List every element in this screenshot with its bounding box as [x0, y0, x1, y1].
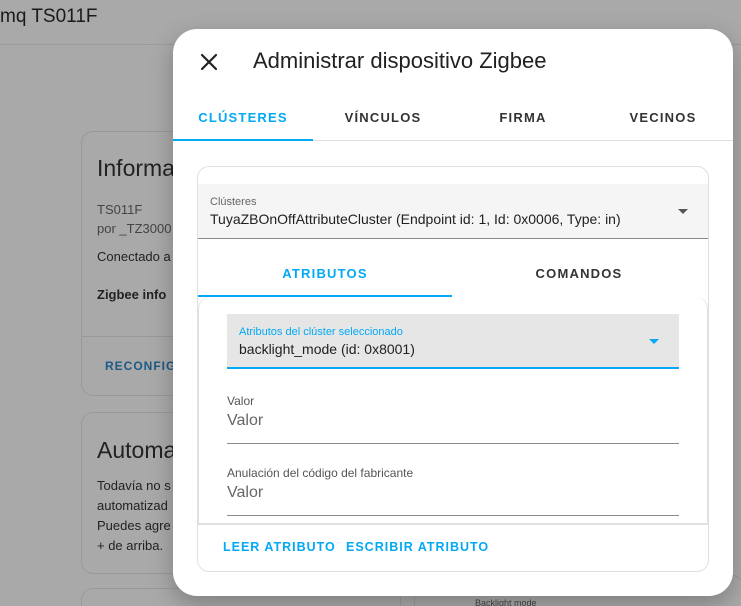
- info-card-connected: Conectado a: [97, 249, 171, 264]
- automations-line-1: Todavía no s: [97, 478, 171, 493]
- manufacturer-override-field: Anulación del código del fabricante: [227, 466, 679, 516]
- attribute-select-value: backlight_mode (id: 0x8001): [239, 341, 415, 357]
- tab-neighbors[interactable]: VECINOS: [593, 99, 733, 140]
- dialog-tabs: CLÚSTERES VÍNCULOS FIRMA VECINOS: [173, 99, 733, 141]
- read-attribute-button[interactable]: LEER ATRIBUTO: [223, 540, 336, 554]
- value-field-label: Valor: [227, 394, 255, 408]
- chevron-down-icon: [678, 209, 688, 214]
- entity-card-label: Backlight mode: [475, 598, 537, 606]
- automations-card-heading: Automa: [97, 437, 177, 463]
- attribute-select[interactable]: Atributos del clúster seleccionado backl…: [227, 314, 679, 369]
- cluster-subtabs: ATRIBUTOS COMANDOS: [198, 255, 708, 297]
- manufacturer-override-label: Anulación del código del fabricante: [227, 466, 414, 480]
- manufacturer-override-input[interactable]: [227, 480, 679, 506]
- tab-clusters[interactable]: CLÚSTERES: [173, 99, 313, 141]
- value-input[interactable]: [227, 408, 679, 434]
- info-card-model: TS011F: [97, 202, 143, 217]
- clusters-panel: Clústeres TuyaZBOnOffAttributeCluster (E…: [197, 166, 709, 572]
- close-button[interactable]: [195, 48, 223, 76]
- value-field: Valor: [227, 394, 679, 444]
- automations-line-3: Puedes agre: [97, 518, 171, 533]
- tab-bindings[interactable]: VÍNCULOS: [313, 99, 453, 140]
- info-card-heading: Informa: [97, 155, 175, 181]
- dialog-title: Administrar dispositivo Zigbee: [253, 48, 547, 73]
- cluster-select[interactable]: Clústeres TuyaZBOnOffAttributeCluster (E…: [198, 184, 708, 239]
- info-card-zigbee-info: Zigbee info: [97, 287, 167, 302]
- tab-signature[interactable]: FIRMA: [453, 99, 593, 140]
- reconfigure-button[interactable]: RECONFIG: [105, 359, 176, 373]
- tab-commands[interactable]: COMANDOS: [452, 255, 706, 297]
- info-card-manufacturer: por _TZ3000: [97, 221, 172, 236]
- attribute-actions: LEER ATRIBUTO ESCRIBIR ATRIBUTO: [198, 524, 708, 571]
- automations-line-4: + de arriba.: [97, 538, 164, 553]
- tab-attributes[interactable]: ATRIBUTOS: [198, 255, 452, 297]
- chevron-down-icon: [649, 339, 659, 344]
- cluster-select-value: TuyaZBOnOffAttributeCluster (Endpoint id…: [210, 211, 621, 227]
- close-icon: [200, 53, 218, 71]
- attribute-select-label: Atributos del clúster seleccionado: [239, 326, 403, 338]
- write-attribute-button[interactable]: ESCRIBIR ATRIBUTO: [346, 540, 489, 554]
- cluster-select-label: Clústeres: [210, 196, 257, 208]
- page-title: mq TS011F: [0, 6, 98, 27]
- manage-zigbee-device-dialog: Administrar dispositivo Zigbee CLÚSTERES…: [173, 29, 733, 596]
- automations-line-2: automatizad: [97, 498, 168, 513]
